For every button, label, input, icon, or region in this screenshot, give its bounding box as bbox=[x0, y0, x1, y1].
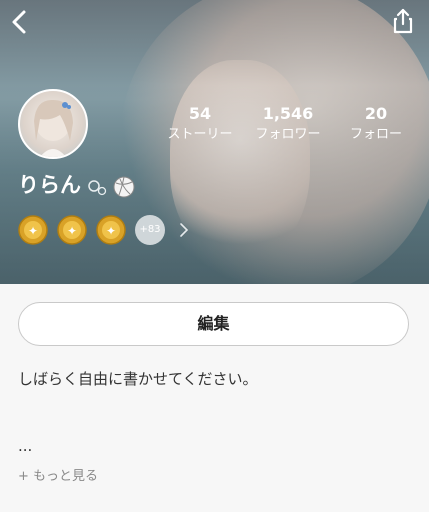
svg-text:✦: ✦ bbox=[28, 224, 38, 238]
username-icons bbox=[86, 174, 138, 204]
volleyball-icon bbox=[113, 176, 135, 198]
chevron-right-icon bbox=[180, 223, 189, 237]
gold-medal-icon: ✦ bbox=[18, 215, 48, 245]
stat-following[interactable]: 20 フォロー bbox=[331, 104, 421, 144]
chevron-left-icon bbox=[12, 10, 26, 34]
edit-profile-button[interactable]: 編集 bbox=[18, 302, 409, 346]
stories-label: ストーリー bbox=[167, 127, 233, 142]
share-button[interactable] bbox=[391, 7, 415, 35]
avatar[interactable] bbox=[18, 89, 88, 159]
gold-medal-icon: ✦ bbox=[96, 215, 126, 245]
followers-count: 1,546 bbox=[262, 104, 314, 123]
stories-count: 54 bbox=[188, 104, 212, 123]
svg-text:✦: ✦ bbox=[106, 224, 116, 238]
bio-text: しばらく自由に書かせてください。 bbox=[18, 370, 258, 388]
gold-medal-icon: ✦ bbox=[57, 215, 87, 245]
more-badges-count: +83 bbox=[135, 215, 165, 245]
back-button[interactable] bbox=[8, 8, 32, 36]
stat-stories[interactable]: 54 ストーリー bbox=[155, 104, 245, 144]
see-more-link[interactable]: + もっと見る bbox=[18, 465, 98, 484]
followers-label: フォロワー bbox=[255, 127, 321, 142]
share-icon bbox=[393, 8, 413, 34]
username: りらん bbox=[18, 173, 81, 197]
avatar-illustration bbox=[34, 99, 73, 157]
following-count: 20 bbox=[364, 104, 388, 123]
bio-ellipsis: ... bbox=[18, 437, 33, 455]
stat-followers[interactable]: 1,546 フォロワー bbox=[243, 104, 333, 144]
bubble-icon bbox=[88, 180, 107, 196]
svg-text:✦: ✦ bbox=[67, 224, 77, 238]
following-label: フォロー bbox=[349, 127, 402, 142]
